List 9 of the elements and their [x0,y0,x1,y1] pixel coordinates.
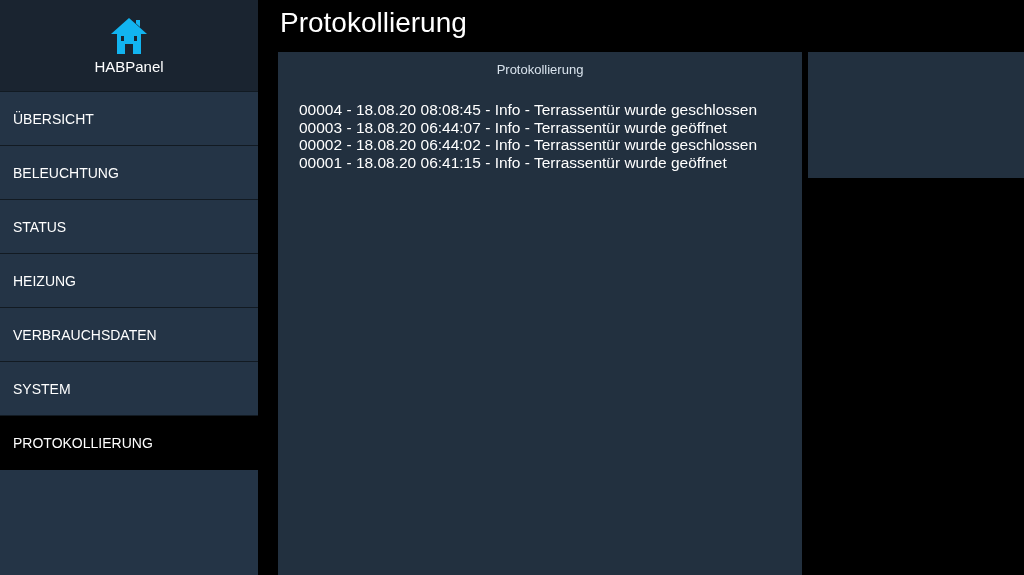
sidebar-item[interactable]: PROTOKOLLIERUNG [0,416,258,470]
log-entry: 00002 - 18.08.20 06:44:02 - Info - Terrassentür wurde geschlossen [299,136,759,154]
log-entry: 00004 - 18.08.20 08:08:45 - Info - Terrassentür wurde geschlossen [299,101,759,119]
house-icon [109,16,149,56]
page-title: Protokollierung [279,6,468,40]
widget-title: Protokollierung [495,62,585,77]
log-entry: 00001 - 18.08.20 06:41:15 - Info - Terrassentür wurde geöffnet [299,153,728,171]
brand-name: HABPanel [94,58,164,75]
log-entry: 00003 - 18.08.20 06:44:07 - Info - Terrassentür wurde geöffnet [299,118,728,136]
